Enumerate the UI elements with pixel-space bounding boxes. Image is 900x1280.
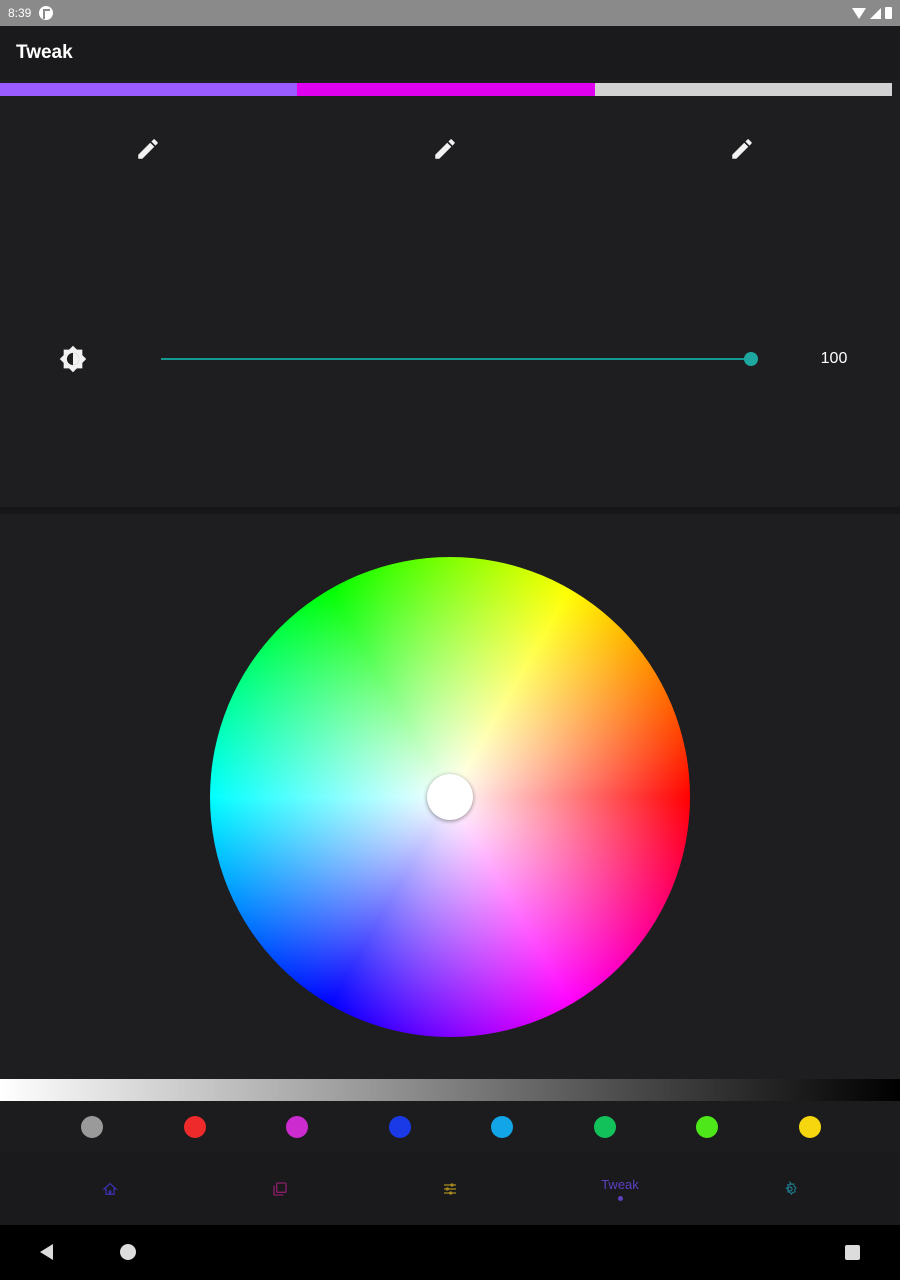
grayscale-bar[interactable] xyxy=(0,1079,900,1101)
color-swatch-lime[interactable] xyxy=(696,1116,718,1138)
color-slot-1[interactable] xyxy=(0,83,298,96)
recents-icon[interactable] xyxy=(845,1245,860,1260)
color-swatch-row xyxy=(0,1101,900,1153)
app-screen: 8:39 Tweak 100 Tweak xyxy=(0,0,900,1280)
edit-icon[interactable] xyxy=(135,136,161,162)
system-nav-bar xyxy=(0,1225,900,1280)
status-left: 8:39 xyxy=(8,6,54,20)
status-right xyxy=(852,7,892,19)
color-slot-2[interactable] xyxy=(297,83,595,96)
color-swatch-sky-blue[interactable] xyxy=(491,1116,513,1138)
brightness-icon xyxy=(59,345,87,373)
color-wheel-handle[interactable] xyxy=(427,774,473,820)
brightness-row: 100 xyxy=(0,340,900,378)
divider xyxy=(0,507,900,514)
notification-app-icon xyxy=(39,6,54,20)
bottom-nav: Tweak xyxy=(0,1153,900,1225)
color-strip xyxy=(0,83,892,96)
color-slot-3[interactable] xyxy=(594,83,892,96)
nav-item-tweak[interactable]: Tweak xyxy=(560,1153,680,1225)
nav-item-scenes[interactable] xyxy=(220,1153,340,1225)
color-swatch-red[interactable] xyxy=(183,1116,206,1138)
color-swatch-green[interactable] xyxy=(593,1116,616,1138)
signal-icon xyxy=(870,7,881,19)
home-icon xyxy=(102,1182,118,1195)
color-wheel-area xyxy=(0,514,900,1079)
layers-icon xyxy=(273,1182,287,1196)
nav-item-adjust[interactable] xyxy=(390,1153,510,1225)
edit-row xyxy=(0,136,892,166)
brightness-slider-thumb[interactable] xyxy=(744,352,758,366)
app-bar: Tweak xyxy=(0,26,900,80)
color-swatch-magenta[interactable] xyxy=(286,1116,308,1138)
gear-icon xyxy=(785,1181,797,1196)
color-wheel[interactable] xyxy=(210,557,690,1037)
color-swatch-blue[interactable] xyxy=(388,1116,411,1138)
edit-icon[interactable] xyxy=(729,136,755,162)
home-button-icon[interactable] xyxy=(120,1244,136,1260)
color-swatch-yellow[interactable] xyxy=(798,1116,821,1138)
nav-selected-indicator xyxy=(617,1195,623,1201)
edit-icon[interactable] xyxy=(432,136,458,162)
brightness-value: 100 xyxy=(820,350,848,367)
nav-item-tweak-label: Tweak xyxy=(601,1176,639,1192)
nav-item-home[interactable] xyxy=(50,1153,170,1225)
brightness-slider-track[interactable] xyxy=(161,358,751,360)
battery-icon xyxy=(885,7,892,19)
wifi-icon xyxy=(852,7,866,19)
page-title: Tweak xyxy=(16,42,73,63)
status-time: 8:39 xyxy=(8,6,32,20)
nav-item-settings[interactable] xyxy=(730,1153,850,1225)
status-bar: 8:39 xyxy=(0,0,900,26)
back-icon[interactable] xyxy=(40,1244,53,1260)
sliders-icon xyxy=(444,1183,456,1195)
color-swatch-gray[interactable] xyxy=(81,1116,103,1138)
